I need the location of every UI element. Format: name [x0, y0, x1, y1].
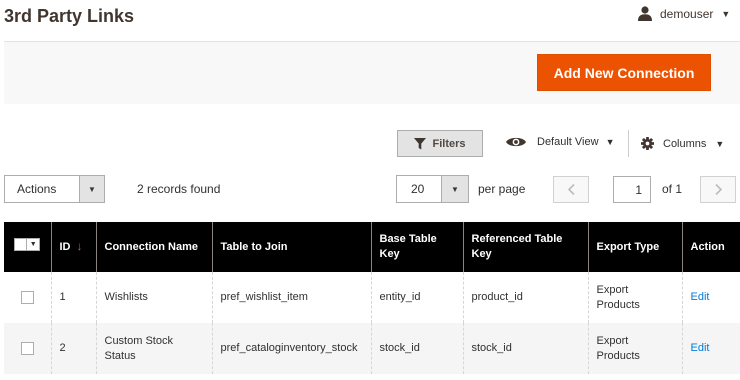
table-row: 1 Wishlists pref_wishlist_item entity_id…: [4, 272, 740, 323]
cell-action: Edit: [682, 272, 740, 323]
filters-label: Filters: [432, 137, 466, 150]
table-row: 2 Custom Stock Status pref_cataloginvent…: [4, 323, 740, 374]
column-header-referenced-table-key[interactable]: Referenced Table Key: [463, 222, 589, 272]
mass-actions-dropdown[interactable]: Actions ▼: [4, 175, 105, 203]
page-size-value: 20: [411, 182, 425, 196]
chevron-down-icon: ▼: [79, 176, 104, 202]
chevron-right-icon: [714, 184, 722, 195]
cell-id: 1: [51, 272, 97, 323]
toolbar-divider: [628, 130, 629, 157]
chevron-down-icon: ▼: [721, 8, 731, 19]
cell-export-type: Export Products: [588, 272, 683, 323]
row-checkbox[interactable]: [20, 290, 34, 304]
column-header-id[interactable]: ID ↓: [51, 222, 97, 272]
gear-icon: [641, 137, 654, 150]
cell-ref-key: product_id: [463, 272, 589, 323]
column-header-connection-name[interactable]: Connection Name: [96, 222, 213, 272]
cell-table-to-join: pref_cataloginventory_stock: [212, 323, 372, 374]
mass-select-control[interactable]: ▼: [14, 238, 41, 251]
page-title: 3rd Party Links: [4, 6, 135, 26]
sort-descending-icon: ↓: [76, 239, 83, 253]
add-new-connection-button[interactable]: Add New Connection: [537, 54, 711, 91]
cell-connection-name: Custom Stock Status: [96, 323, 213, 374]
per-page-label: per page: [478, 182, 526, 196]
view-switcher[interactable]: Default View ▼: [506, 136, 614, 148]
cell-table-to-join: pref_wishlist_item: [212, 272, 372, 323]
column-header-base-table-key[interactable]: Base Table Key: [371, 222, 464, 272]
view-label: Default View: [537, 136, 599, 148]
chevron-down-icon: ▼: [441, 176, 468, 202]
chevron-left-icon: [567, 184, 575, 195]
connections-grid: ▼ ID ↓ Connection Name Table to Join Base…: [4, 222, 740, 374]
user-menu[interactable]: demouser ▼: [638, 6, 730, 21]
user-name: demouser: [660, 6, 714, 21]
chevron-down-icon: ▼: [715, 138, 725, 149]
actions-label: Actions: [17, 182, 57, 196]
eye-icon: [506, 137, 526, 147]
current-page-input[interactable]: [613, 176, 651, 203]
cell-action: Edit: [682, 323, 740, 374]
table-header-row: ▼ ID ↓ Connection Name Table to Join Base…: [4, 222, 740, 272]
column-header-export-type[interactable]: Export Type: [588, 222, 683, 272]
columns-label: Columns: [663, 137, 707, 150]
select-all-header: ▼: [4, 222, 52, 272]
total-pages: of 1: [662, 182, 683, 196]
page-actions-bar: Add New Connection: [4, 42, 740, 104]
page-size-select[interactable]: 20 ▼: [396, 175, 469, 203]
column-header-action: Action: [682, 222, 740, 272]
columns-control[interactable]: Columns ▼: [641, 137, 724, 150]
edit-link[interactable]: Edit: [691, 342, 710, 354]
filters-button[interactable]: Filters: [397, 130, 483, 157]
cell-connection-name: Wishlists: [96, 272, 213, 323]
next-page-button[interactable]: [700, 176, 736, 203]
chevron-down-icon[interactable]: ▼: [27, 238, 41, 251]
cell-ref-key: stock_id: [463, 323, 589, 374]
edit-link[interactable]: Edit: [691, 291, 710, 303]
chevron-down-icon: ▼: [605, 137, 615, 147]
select-all-checkbox[interactable]: [14, 238, 28, 251]
filter-icon: [414, 137, 427, 149]
column-header-table-to-join[interactable]: Table to Join: [212, 222, 372, 272]
cell-base-key: stock_id: [371, 323, 464, 374]
row-select-cell: [4, 323, 52, 374]
cell-export-type: Export Products: [588, 323, 683, 374]
row-checkbox[interactable]: [20, 341, 34, 355]
row-select-cell: [4, 272, 52, 323]
cell-id: 2: [51, 323, 97, 374]
records-count: 2 records found: [137, 182, 221, 196]
previous-page-button[interactable]: [553, 176, 589, 203]
cell-base-key: entity_id: [371, 272, 464, 323]
user-icon: [638, 6, 652, 21]
